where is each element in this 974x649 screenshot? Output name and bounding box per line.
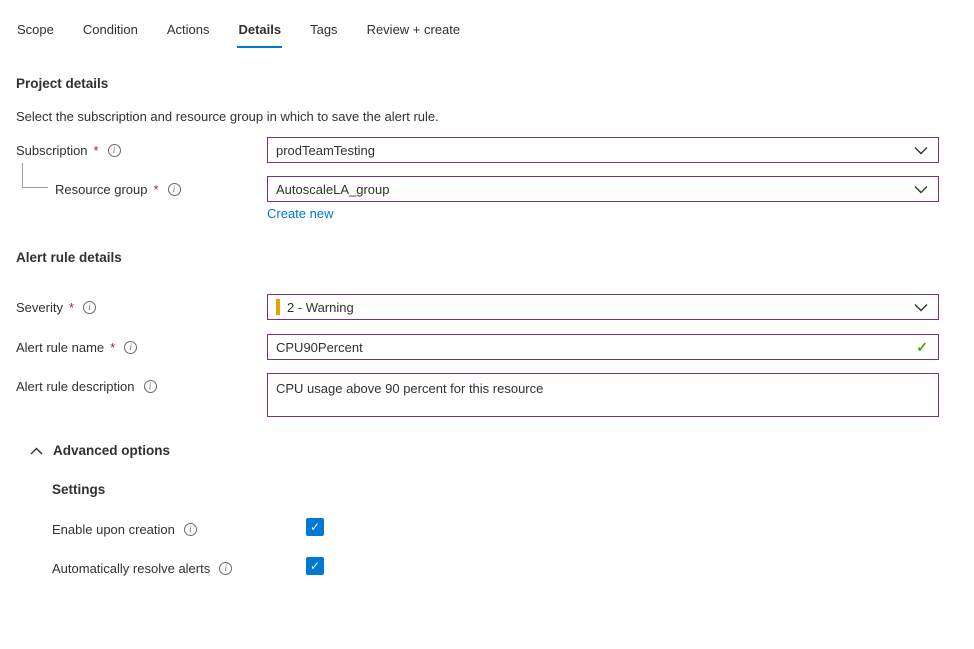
resource-group-dropdown[interactable]: AutoscaleLA_group (267, 176, 939, 202)
severity-label: Severity * i (16, 294, 96, 320)
advanced-options-toggle[interactable]: Advanced options (30, 443, 170, 458)
subscription-label-text: Subscription (16, 143, 88, 158)
resource-group-label-text: Resource group (55, 182, 148, 197)
tab-details[interactable]: Details (237, 20, 282, 48)
info-icon[interactable]: i (124, 341, 137, 354)
create-new-link[interactable]: Create new (267, 206, 333, 221)
auto-resolve-alerts-label: Automatically resolve alerts i (52, 558, 232, 578)
alert-rule-details-heading: Alert rule details (16, 250, 122, 265)
severity-color-bar (276, 299, 280, 315)
auto-resolve-alerts-checkbox[interactable]: ✓ (306, 557, 324, 575)
tab-scope[interactable]: Scope (16, 20, 55, 48)
resource-group-label: Resource group * i (55, 176, 181, 202)
auto-resolve-alerts-label-text: Automatically resolve alerts (52, 561, 210, 576)
required-marker: * (154, 182, 159, 197)
info-icon[interactable]: i (144, 380, 157, 393)
alert-rule-description-label-text: Alert rule description (16, 379, 135, 394)
advanced-options-label: Advanced options (53, 443, 170, 458)
valid-checkmark-icon: ✓ (916, 339, 928, 356)
info-icon[interactable]: i (184, 523, 197, 536)
chevron-down-icon (914, 303, 928, 312)
enable-upon-creation-label: Enable upon creation i (52, 519, 197, 539)
tab-condition[interactable]: Condition (82, 20, 139, 48)
alert-rule-description-input[interactable]: CPU usage above 90 percent for this reso… (267, 373, 939, 417)
info-icon[interactable]: i (83, 301, 96, 314)
chevron-down-icon (914, 185, 928, 194)
subscription-dropdown[interactable]: prodTeamTesting (267, 137, 939, 163)
project-details-description: Select the subscription and resource gro… (16, 109, 439, 124)
subscription-value: prodTeamTesting (276, 143, 906, 158)
info-icon[interactable]: i (108, 144, 121, 157)
project-details-heading: Project details (16, 76, 108, 91)
required-marker: * (110, 340, 115, 355)
alert-rule-name-input[interactable]: CPU90Percent ✓ (267, 334, 939, 360)
tab-actions[interactable]: Actions (166, 20, 211, 48)
settings-heading: Settings (52, 482, 105, 497)
tree-connector-line (22, 163, 48, 188)
alert-rule-description-label: Alert rule description i (16, 373, 157, 399)
chevron-up-icon (30, 443, 43, 458)
subscription-label: Subscription * i (16, 137, 121, 163)
required-marker: * (94, 143, 99, 158)
enable-upon-creation-checkbox[interactable]: ✓ (306, 518, 324, 536)
info-icon[interactable]: i (168, 183, 181, 196)
severity-dropdown[interactable]: 2 - Warning (267, 294, 939, 320)
create-alert-rule-details-page: Scope Condition Actions Details Tags Rev… (0, 0, 974, 649)
tab-tags[interactable]: Tags (309, 20, 338, 48)
resource-group-value: AutoscaleLA_group (276, 182, 906, 197)
chevron-down-icon (914, 146, 928, 155)
checkmark-icon: ✓ (310, 559, 320, 573)
enable-upon-creation-label-text: Enable upon creation (52, 522, 175, 537)
alert-rule-description-value: CPU usage above 90 percent for this reso… (276, 381, 543, 396)
alert-rule-name-label: Alert rule name * i (16, 334, 137, 360)
info-icon[interactable]: i (219, 562, 232, 575)
checkmark-icon: ✓ (310, 520, 320, 534)
alert-rule-name-value: CPU90Percent (276, 340, 916, 355)
tab-bar: Scope Condition Actions Details Tags Rev… (16, 20, 461, 48)
severity-value: 2 - Warning (287, 300, 906, 315)
required-marker: * (69, 300, 74, 315)
alert-rule-name-label-text: Alert rule name (16, 340, 104, 355)
severity-label-text: Severity (16, 300, 63, 315)
tab-review-create[interactable]: Review + create (366, 20, 462, 48)
